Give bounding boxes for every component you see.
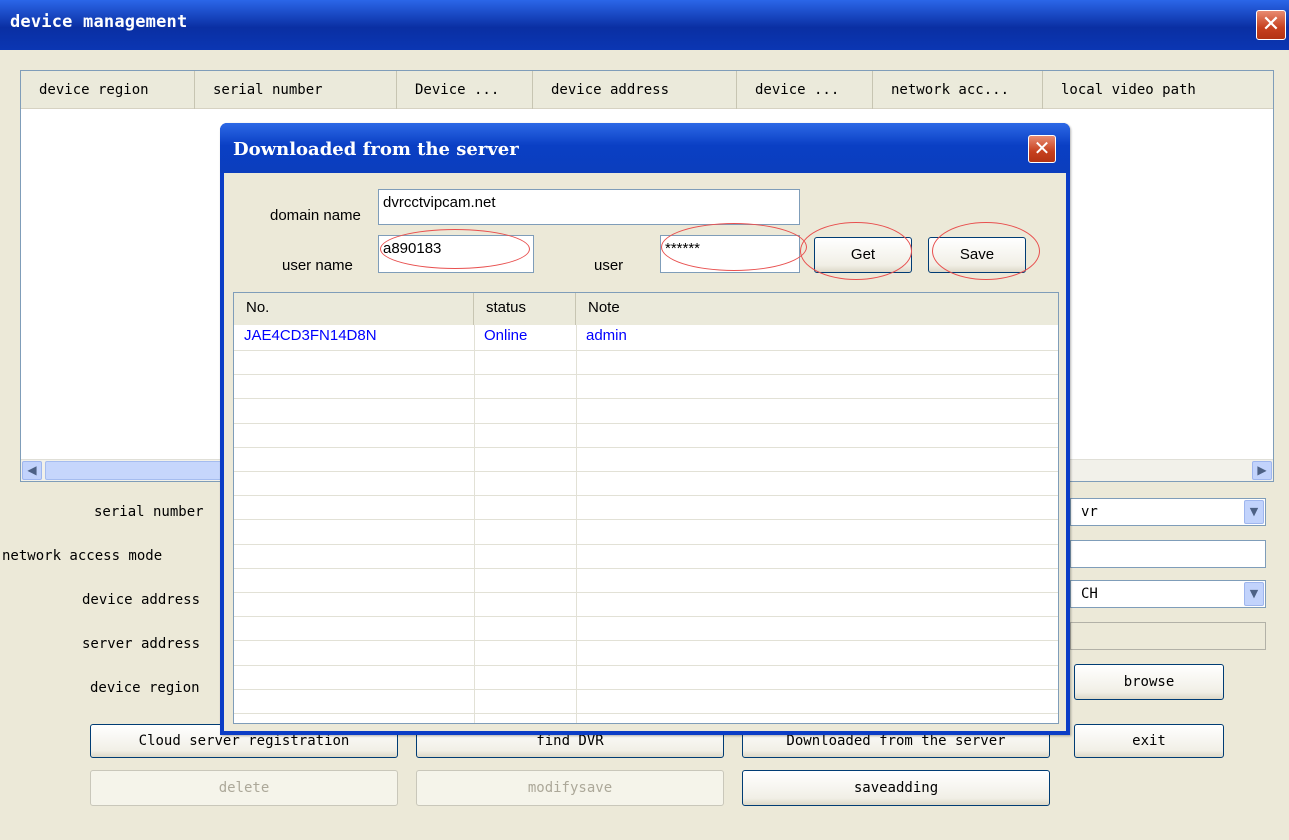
- server-device-list-header: No. status Note: [234, 293, 1058, 325]
- device-type-select[interactable]: vr ▼: [1070, 498, 1266, 526]
- annotation-oval-get: [800, 222, 912, 280]
- exit-button[interactable]: exit: [1074, 724, 1224, 758]
- grid-row-line: [234, 422, 1058, 424]
- grid-row-line: [234, 446, 1058, 448]
- dialog-title-bar: Downloaded from the server ✕: [220, 123, 1070, 173]
- close-icon: ✕: [1033, 136, 1051, 160]
- server-port-input: [1070, 622, 1266, 650]
- window-close-button[interactable]: ✕: [1256, 10, 1286, 40]
- window-title-bar: device management ✕: [0, 0, 1289, 50]
- dialog-title: Downloaded from the server: [233, 139, 519, 160]
- annotation-oval-password: [661, 223, 807, 271]
- column-header-no[interactable]: No.: [234, 293, 474, 325]
- grid-row-line: [234, 471, 1058, 472]
- user-name-label: user name: [282, 257, 353, 274]
- dialog-body: domain name dvrcctvipcam.net user name a…: [224, 173, 1066, 731]
- browse-button[interactable]: browse: [1074, 664, 1224, 700]
- network-access-mode-label: network access mode: [2, 548, 163, 564]
- delete-button: delete: [90, 770, 398, 806]
- network-access-input[interactable]: [1070, 540, 1266, 568]
- domain-name-label: domain name: [270, 207, 361, 224]
- scroll-left-icon[interactable]: ◀: [22, 461, 42, 480]
- grid-row-line: [234, 713, 1058, 714]
- grid-row-line: [234, 616, 1058, 618]
- device-address-label: device address: [82, 592, 201, 608]
- window-title: device management: [10, 12, 188, 32]
- chevron-down-icon[interactable]: ▼: [1244, 582, 1264, 606]
- grid-row-line: [234, 664, 1058, 666]
- column-header-local-video-path[interactable]: local video path: [1043, 71, 1273, 109]
- grid-row-line: [234, 640, 1058, 642]
- grid-row-line: [234, 688, 1058, 690]
- chevron-down-icon[interactable]: ▼: [1244, 500, 1264, 524]
- column-header-device-port[interactable]: device ...: [737, 71, 873, 109]
- grid-row-line: [234, 519, 1058, 521]
- row-note: admin: [586, 327, 627, 344]
- channel-select-value: CH: [1081, 586, 1098, 602]
- grid-row-line: [234, 374, 1058, 376]
- column-header-note[interactable]: Note: [576, 293, 1058, 325]
- grid-column-line: [474, 325, 475, 723]
- server-address-label: server address: [82, 636, 201, 652]
- grid-column-line: [576, 325, 577, 723]
- server-device-list[interactable]: No. status Note JAE4CD3FN14D8N Online ad…: [233, 292, 1059, 724]
- grid-row-line: [234, 495, 1058, 497]
- column-header-network-access[interactable]: network acc...: [873, 71, 1043, 109]
- password-label: user: [594, 257, 624, 274]
- column-header-status[interactable]: status: [474, 293, 576, 325]
- column-header-serial-number[interactable]: serial number: [195, 71, 397, 109]
- annotation-oval-save: [932, 222, 1040, 280]
- scrollbar-thumb[interactable]: [45, 461, 225, 480]
- row-no: JAE4CD3FN14D8N: [244, 327, 377, 344]
- column-header-device-region[interactable]: device region: [21, 71, 195, 109]
- serial-number-label: serial number: [94, 504, 204, 520]
- device-region-label: device region: [90, 680, 200, 696]
- device-list-header: device region serial number Device ... d…: [21, 71, 1273, 109]
- channel-select[interactable]: CH ▼: [1070, 580, 1266, 608]
- dialog-close-button[interactable]: ✕: [1028, 135, 1056, 163]
- grid-row-line: [234, 350, 1058, 351]
- grid-row-line: [234, 592, 1058, 593]
- annotation-oval-username: [380, 229, 530, 269]
- grid-row-line: [234, 398, 1058, 400]
- device-type-select-value: vr: [1081, 504, 1098, 520]
- scroll-right-icon[interactable]: ▶: [1252, 461, 1272, 480]
- modify-save-button: modifysave: [416, 770, 724, 806]
- column-header-device-address[interactable]: device address: [533, 71, 737, 109]
- grid-row-line: [234, 543, 1058, 545]
- grid-row-line: [234, 567, 1058, 569]
- close-icon: ✕: [1261, 12, 1281, 37]
- row-status: Online: [484, 327, 528, 344]
- download-dialog: Downloaded from the server ✕ domain name…: [220, 123, 1070, 735]
- table-row[interactable]: JAE4CD3FN14D8N Online admin: [234, 325, 1058, 350]
- domain-name-input[interactable]: dvrcctvipcam.net: [378, 189, 800, 225]
- column-header-device-name[interactable]: Device ...: [397, 71, 533, 109]
- save-adding-button[interactable]: saveadding: [742, 770, 1050, 806]
